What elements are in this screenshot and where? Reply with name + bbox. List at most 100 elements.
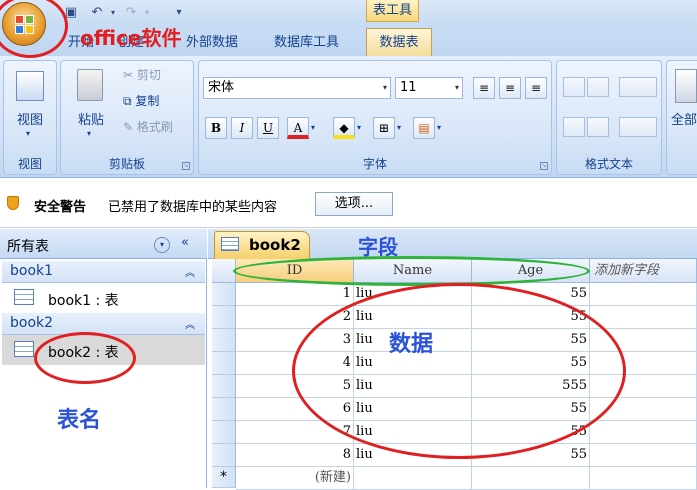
table-icon	[14, 341, 34, 357]
undo-dropdown-icon[interactable]: ▾	[104, 4, 122, 22]
row-selector[interactable]	[212, 329, 236, 352]
views-group-label: 视图	[17, 157, 42, 171]
cell-add-new-field[interactable]	[590, 306, 697, 329]
nav-group-book1[interactable]: book1 ︽	[2, 261, 205, 283]
align-center-button[interactable]: ≡	[499, 77, 521, 99]
format-painter-label: 格式刷	[136, 120, 173, 134]
options-button[interactable]: 选项...	[315, 192, 393, 216]
customize-qat-icon[interactable]: ▾	[170, 4, 188, 22]
cell-id[interactable]: 1	[236, 283, 354, 306]
clipboard-group-label: 剪贴板	[108, 157, 145, 171]
copy-icon: ⧉	[123, 94, 136, 108]
collapse-pane-icon[interactable]: «	[181, 235, 189, 250]
chevron-down-icon: ▾	[454, 83, 459, 92]
font-group-label: 字体	[362, 157, 387, 171]
underline-button[interactable]: U	[257, 117, 279, 139]
office-annotation-label: office软件	[80, 26, 182, 50]
gridlines-button[interactable]: ⊞	[373, 117, 395, 139]
increase-indent-icon[interactable]	[587, 77, 609, 97]
alternate-fill-button[interactable]: ▤	[413, 117, 435, 139]
context-tab-title: 表工具	[366, 0, 419, 22]
highlight-icon[interactable]	[619, 117, 657, 137]
clipboard-launcher-icon[interactable]: ↘	[182, 162, 190, 170]
font-name-combo[interactable]: 宋体 ▾	[203, 77, 391, 99]
bold-button[interactable]: B	[205, 117, 227, 139]
nav-pane-title: 所有表	[7, 239, 49, 255]
nav-menu-dropdown-icon[interactable]: ▾	[154, 237, 170, 253]
paste-button-label[interactable]: 粘贴	[71, 109, 111, 128]
bullets-icon[interactable]	[587, 117, 609, 137]
row-selector[interactable]	[212, 375, 236, 398]
new-row-cell[interactable]	[472, 467, 590, 490]
nav-group-book2[interactable]: book2 ︽	[2, 313, 205, 335]
table-icon	[14, 289, 34, 305]
redo-dropdown-icon[interactable]: ▾	[138, 4, 156, 22]
row-selector[interactable]	[212, 306, 236, 329]
paste-icon[interactable]	[77, 69, 103, 101]
data-annotation-label: 数据	[389, 332, 434, 357]
view-dropdown-icon[interactable]: ▾	[26, 129, 30, 138]
tab-datasheet[interactable]: 数据表	[366, 28, 432, 56]
chevron-down-icon[interactable]: ▾	[311, 123, 315, 132]
cell-add-new-field[interactable]	[590, 421, 697, 444]
new-row-cell[interactable]	[354, 467, 472, 490]
copy-button[interactable]: ⧉ 复制	[123, 91, 159, 111]
document-tab-book2[interactable]: book2	[214, 231, 310, 259]
security-warning-title: 安全警告	[34, 200, 87, 215]
scissors-icon: ✂	[123, 68, 137, 82]
numbering-icon[interactable]	[563, 117, 585, 137]
row-selector[interactable]	[212, 421, 236, 444]
security-warning-message: 已禁用了数据库中的某些内容	[108, 200, 278, 215]
view-icon[interactable]	[16, 71, 44, 101]
decrease-indent-icon[interactable]	[563, 77, 585, 97]
new-row-label[interactable]: (新建)	[236, 467, 354, 490]
fill-color-button[interactable]: ◆	[333, 117, 355, 139]
new-row-cell[interactable]	[590, 467, 697, 490]
tab-external-data[interactable]: 外部数据	[186, 32, 238, 54]
format-painter-button[interactable]: ✎ 格式刷	[123, 117, 173, 137]
row-selector[interactable]	[212, 398, 236, 421]
clipboard-group: 粘贴 ▾ ✂ 剪切 ⧉ 复制 ✎ 格式刷 剪贴板 ↘	[60, 60, 194, 175]
align-left-button[interactable]: ≡	[473, 77, 495, 99]
font-name-value: 宋体	[208, 80, 235, 95]
rich-text-group: 格式文本	[556, 60, 662, 175]
brush-icon: ✎	[123, 120, 137, 134]
font-color-button[interactable]: A	[287, 117, 309, 139]
row-selector[interactable]	[212, 444, 236, 467]
chevron-down-icon[interactable]: ▾	[437, 123, 441, 132]
chevron-down-icon[interactable]: ▾	[397, 123, 401, 132]
font-launcher-icon[interactable]: ↘	[540, 162, 548, 170]
cut-button[interactable]: ✂ 剪切	[123, 65, 161, 85]
text-direction-icon[interactable]	[619, 77, 657, 97]
paste-dropdown-icon[interactable]: ▾	[87, 129, 91, 138]
font-group: 宋体 ▾ 11 ▾ ≡ ≡ ≡ B I U A ▾ ◆ ▾ ⊞ ▾ ▤ ▾ 字体 ↘	[198, 60, 552, 175]
data-annotation-ellipse	[292, 283, 626, 459]
refresh-all-label[interactable]: 全部	[671, 109, 697, 128]
nav-group-label: book1	[10, 263, 54, 279]
copy-label: 复制	[135, 94, 160, 108]
row-selector[interactable]	[212, 352, 236, 375]
new-row-marker[interactable]: *	[212, 467, 236, 488]
align-right-button[interactable]: ≡	[525, 77, 547, 99]
refresh-all-icon[interactable]	[675, 69, 697, 103]
font-size-value: 11	[400, 80, 417, 95]
row-selector[interactable]	[212, 283, 236, 306]
tab-database-tools[interactable]: 数据库工具	[274, 32, 339, 54]
font-size-combo[interactable]: 11 ▾	[395, 77, 463, 99]
cell-id[interactable]: 8	[236, 444, 354, 467]
nav-group-label: book2	[10, 315, 54, 331]
cell-add-new-field[interactable]	[590, 283, 697, 306]
chevron-up-icon: ︽	[185, 268, 195, 279]
view-button-label[interactable]: 视图	[4, 109, 56, 128]
table-icon	[221, 237, 239, 251]
italic-button[interactable]: I	[231, 117, 253, 139]
column-header-add-new-field[interactable]: 添加新字段	[590, 259, 697, 283]
records-group: 全部	[666, 60, 697, 175]
nav-item-label: book1 : 表	[48, 293, 119, 309]
chevron-down-icon[interactable]: ▾	[357, 123, 361, 132]
cell-add-new-field[interactable]	[590, 444, 697, 467]
chevron-down-icon: ▾	[382, 83, 387, 92]
nav-item-book1-table[interactable]: book1 : 表	[2, 283, 205, 313]
document-tab-label: book2	[249, 236, 301, 254]
table-name-annotation-ellipse	[34, 332, 136, 384]
